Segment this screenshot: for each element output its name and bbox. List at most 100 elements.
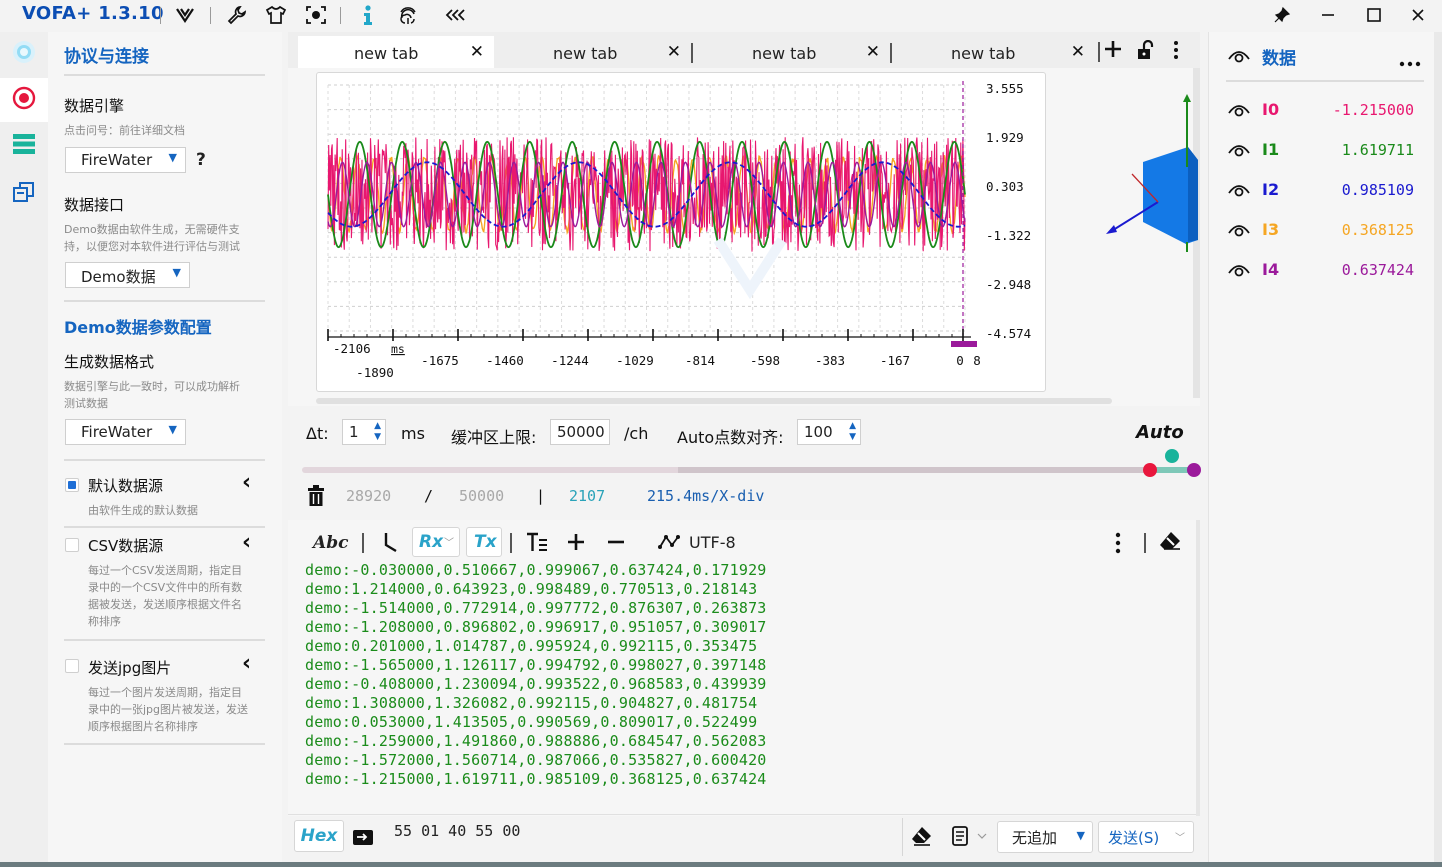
divider <box>64 74 265 76</box>
channel-row-i3[interactable]: I3 0.368125 <box>1228 219 1428 243</box>
slider-handle-right[interactable] <box>1187 463 1201 477</box>
fingerprint-icon[interactable] <box>396 3 420 27</box>
close-button[interactable] <box>1404 3 1432 27</box>
slider-handle-mid[interactable] <box>1165 449 1179 463</box>
channel-row-i0[interactable]: I0 -1.215000 <box>1228 99 1428 123</box>
send-file-icon[interactable] <box>352 826 374 850</box>
chevron-left-icon[interactable]: ‹ <box>242 651 251 676</box>
auto-button[interactable]: Auto <box>1136 422 1184 443</box>
tab-separator <box>691 43 693 63</box>
rail-record[interactable] <box>0 78 48 122</box>
more-vertical-icon[interactable] <box>1114 532 1122 558</box>
rail-connection[interactable] <box>0 32 48 76</box>
default-source-hint: 由软件生成的默认数据 <box>88 504 198 517</box>
terminal-scrollbar[interactable] <box>1196 520 1200 816</box>
plot-horizontal-scrollbar[interactable] <box>316 398 1112 404</box>
vofa-logo-icon[interactable] <box>173 3 197 27</box>
right-scrollbar[interactable] <box>1434 32 1442 867</box>
rail-widgets[interactable] <box>0 124 48 168</box>
shirt-icon[interactable] <box>264 3 288 27</box>
close-icon[interactable]: ✕ <box>866 42 880 62</box>
eye-icon[interactable] <box>1228 221 1250 241</box>
chevron-left-icon[interactable]: ‹ <box>242 530 251 555</box>
close-icon[interactable]: ✕ <box>470 42 484 62</box>
slider-handle-left[interactable] <box>1143 463 1157 477</box>
send-button[interactable]: 发送(S) ﹀ <box>1098 821 1194 853</box>
format-select[interactable]: FireWater ▼ <box>65 419 186 445</box>
chevron-left-icon[interactable]: ‹ <box>242 470 251 495</box>
close-icon[interactable]: ✕ <box>1071 42 1085 62</box>
help-button[interactable]: ? <box>196 150 206 170</box>
eraser-icon[interactable] <box>1158 530 1182 556</box>
abc-button[interactable]: Abc <box>313 533 348 553</box>
tab-1[interactable]: new tab ✕ <box>298 36 494 68</box>
cursor-icon[interactable] <box>380 531 400 557</box>
info-icon[interactable] <box>356 3 380 27</box>
default-source-label: 默认数据源 <box>88 477 164 495</box>
encoding-icon[interactable] <box>658 533 680 555</box>
interface-select-value: Demo数据 <box>81 268 156 286</box>
buffer-input[interactable]: 50000 <box>550 419 610 445</box>
more-vertical-icon[interactable] <box>1172 40 1180 64</box>
align-spinbox[interactable]: 100 ▲ ▼ <box>797 419 861 445</box>
jpg-source-checkbox[interactable] <box>65 659 79 673</box>
x-unit-label: ms <box>391 342 405 356</box>
lock-open-icon[interactable] <box>1136 39 1154 64</box>
channel-row-i1[interactable]: I1 1.619711 <box>1228 139 1428 163</box>
pin-icon[interactable] <box>1268 3 1296 27</box>
trash-icon[interactable] <box>306 485 326 511</box>
range-slider-fill <box>678 467 1150 473</box>
text-format-icon[interactable] <box>526 531 548 557</box>
eye-icon[interactable] <box>1228 101 1250 121</box>
zoom-in-button[interactable] <box>566 532 586 556</box>
engine-select[interactable]: FireWater ▼ <box>65 147 186 173</box>
tab-2[interactable]: new tab ✕ <box>497 36 693 68</box>
channel-value: 1.619711 <box>1341 141 1414 159</box>
x-tick-label: -2106 <box>333 341 371 356</box>
tab-3[interactable]: new tab ✕ <box>696 36 892 68</box>
eye-icon[interactable] <box>1228 47 1250 67</box>
camera-icon[interactable] <box>304 3 328 27</box>
clear-send-icon[interactable] <box>910 826 932 850</box>
tab-4[interactable]: new tab ✕ <box>895 36 1095 68</box>
x-tick-label: -167 <box>880 353 910 368</box>
minimize-button[interactable] <box>1314 3 1342 27</box>
engine-hint[interactable]: 点击问号：前往详细文档 <box>64 122 185 139</box>
y-tick-label: 0.303 <box>986 179 1024 194</box>
interface-select[interactable]: Demo数据 ▼ <box>65 262 190 288</box>
dt-spinbox[interactable]: 1 ▲ ▼ <box>342 419 386 445</box>
waveform-chart-frame[interactable]: 3.555 1.929 0.303 -1.322 -2.948 -4.574 -2106 ms… <box>316 72 1046 392</box>
channel-row-i4[interactable]: I4 0.637424 <box>1228 259 1428 283</box>
rx-toggle[interactable]: Rx ﹀ <box>412 527 460 557</box>
tx-toggle[interactable]: Tx <box>466 527 502 557</box>
more-horizontal-icon[interactable] <box>1399 52 1421 71</box>
encoding-select[interactable]: UTF-8 <box>689 533 736 552</box>
eye-icon[interactable] <box>1228 261 1250 281</box>
maximize-button[interactable] <box>1360 3 1388 27</box>
y-tick-label: -4.574 <box>986 326 1031 341</box>
channel-row-i2[interactable]: I2 0.985109 <box>1228 179 1428 203</box>
chevron-down-icon: ▼ <box>168 423 177 436</box>
eye-icon[interactable] <box>1228 141 1250 161</box>
spin-arrows-icon[interactable]: ▲ ▼ <box>374 421 381 443</box>
append-select[interactable]: 无追加 ▼ <box>997 821 1093 853</box>
add-tab-button[interactable] <box>1102 38 1124 64</box>
history-icon[interactable] <box>952 826 990 850</box>
x-tick-label: 8 <box>973 353 981 368</box>
default-source-checkbox[interactable] <box>65 478 79 492</box>
wrench-icon[interactable] <box>225 3 249 27</box>
waveform-chart[interactable]: 3.555 1.929 0.303 -1.322 -2.948 -4.574 -2106 ms… <box>317 73 1047 393</box>
zoom-out-button[interactable] <box>606 532 626 556</box>
spin-arrows-icon[interactable]: ▲ ▼ <box>849 421 856 443</box>
rail-windows[interactable] <box>0 172 48 216</box>
engine-select-value: FireWater <box>81 151 153 169</box>
hex-toggle[interactable]: Hex <box>294 820 344 852</box>
divider <box>64 743 265 745</box>
send-input[interactable]: 55 01 40 55 00 <box>384 818 900 856</box>
csv-source-checkbox[interactable] <box>65 538 79 552</box>
attitude-3d-widget[interactable] <box>1098 92 1202 262</box>
close-icon[interactable]: ✕ <box>667 42 681 62</box>
connection-icon <box>11 39 37 69</box>
eye-icon[interactable] <box>1228 181 1250 201</box>
collapse-icon[interactable] <box>444 3 468 27</box>
